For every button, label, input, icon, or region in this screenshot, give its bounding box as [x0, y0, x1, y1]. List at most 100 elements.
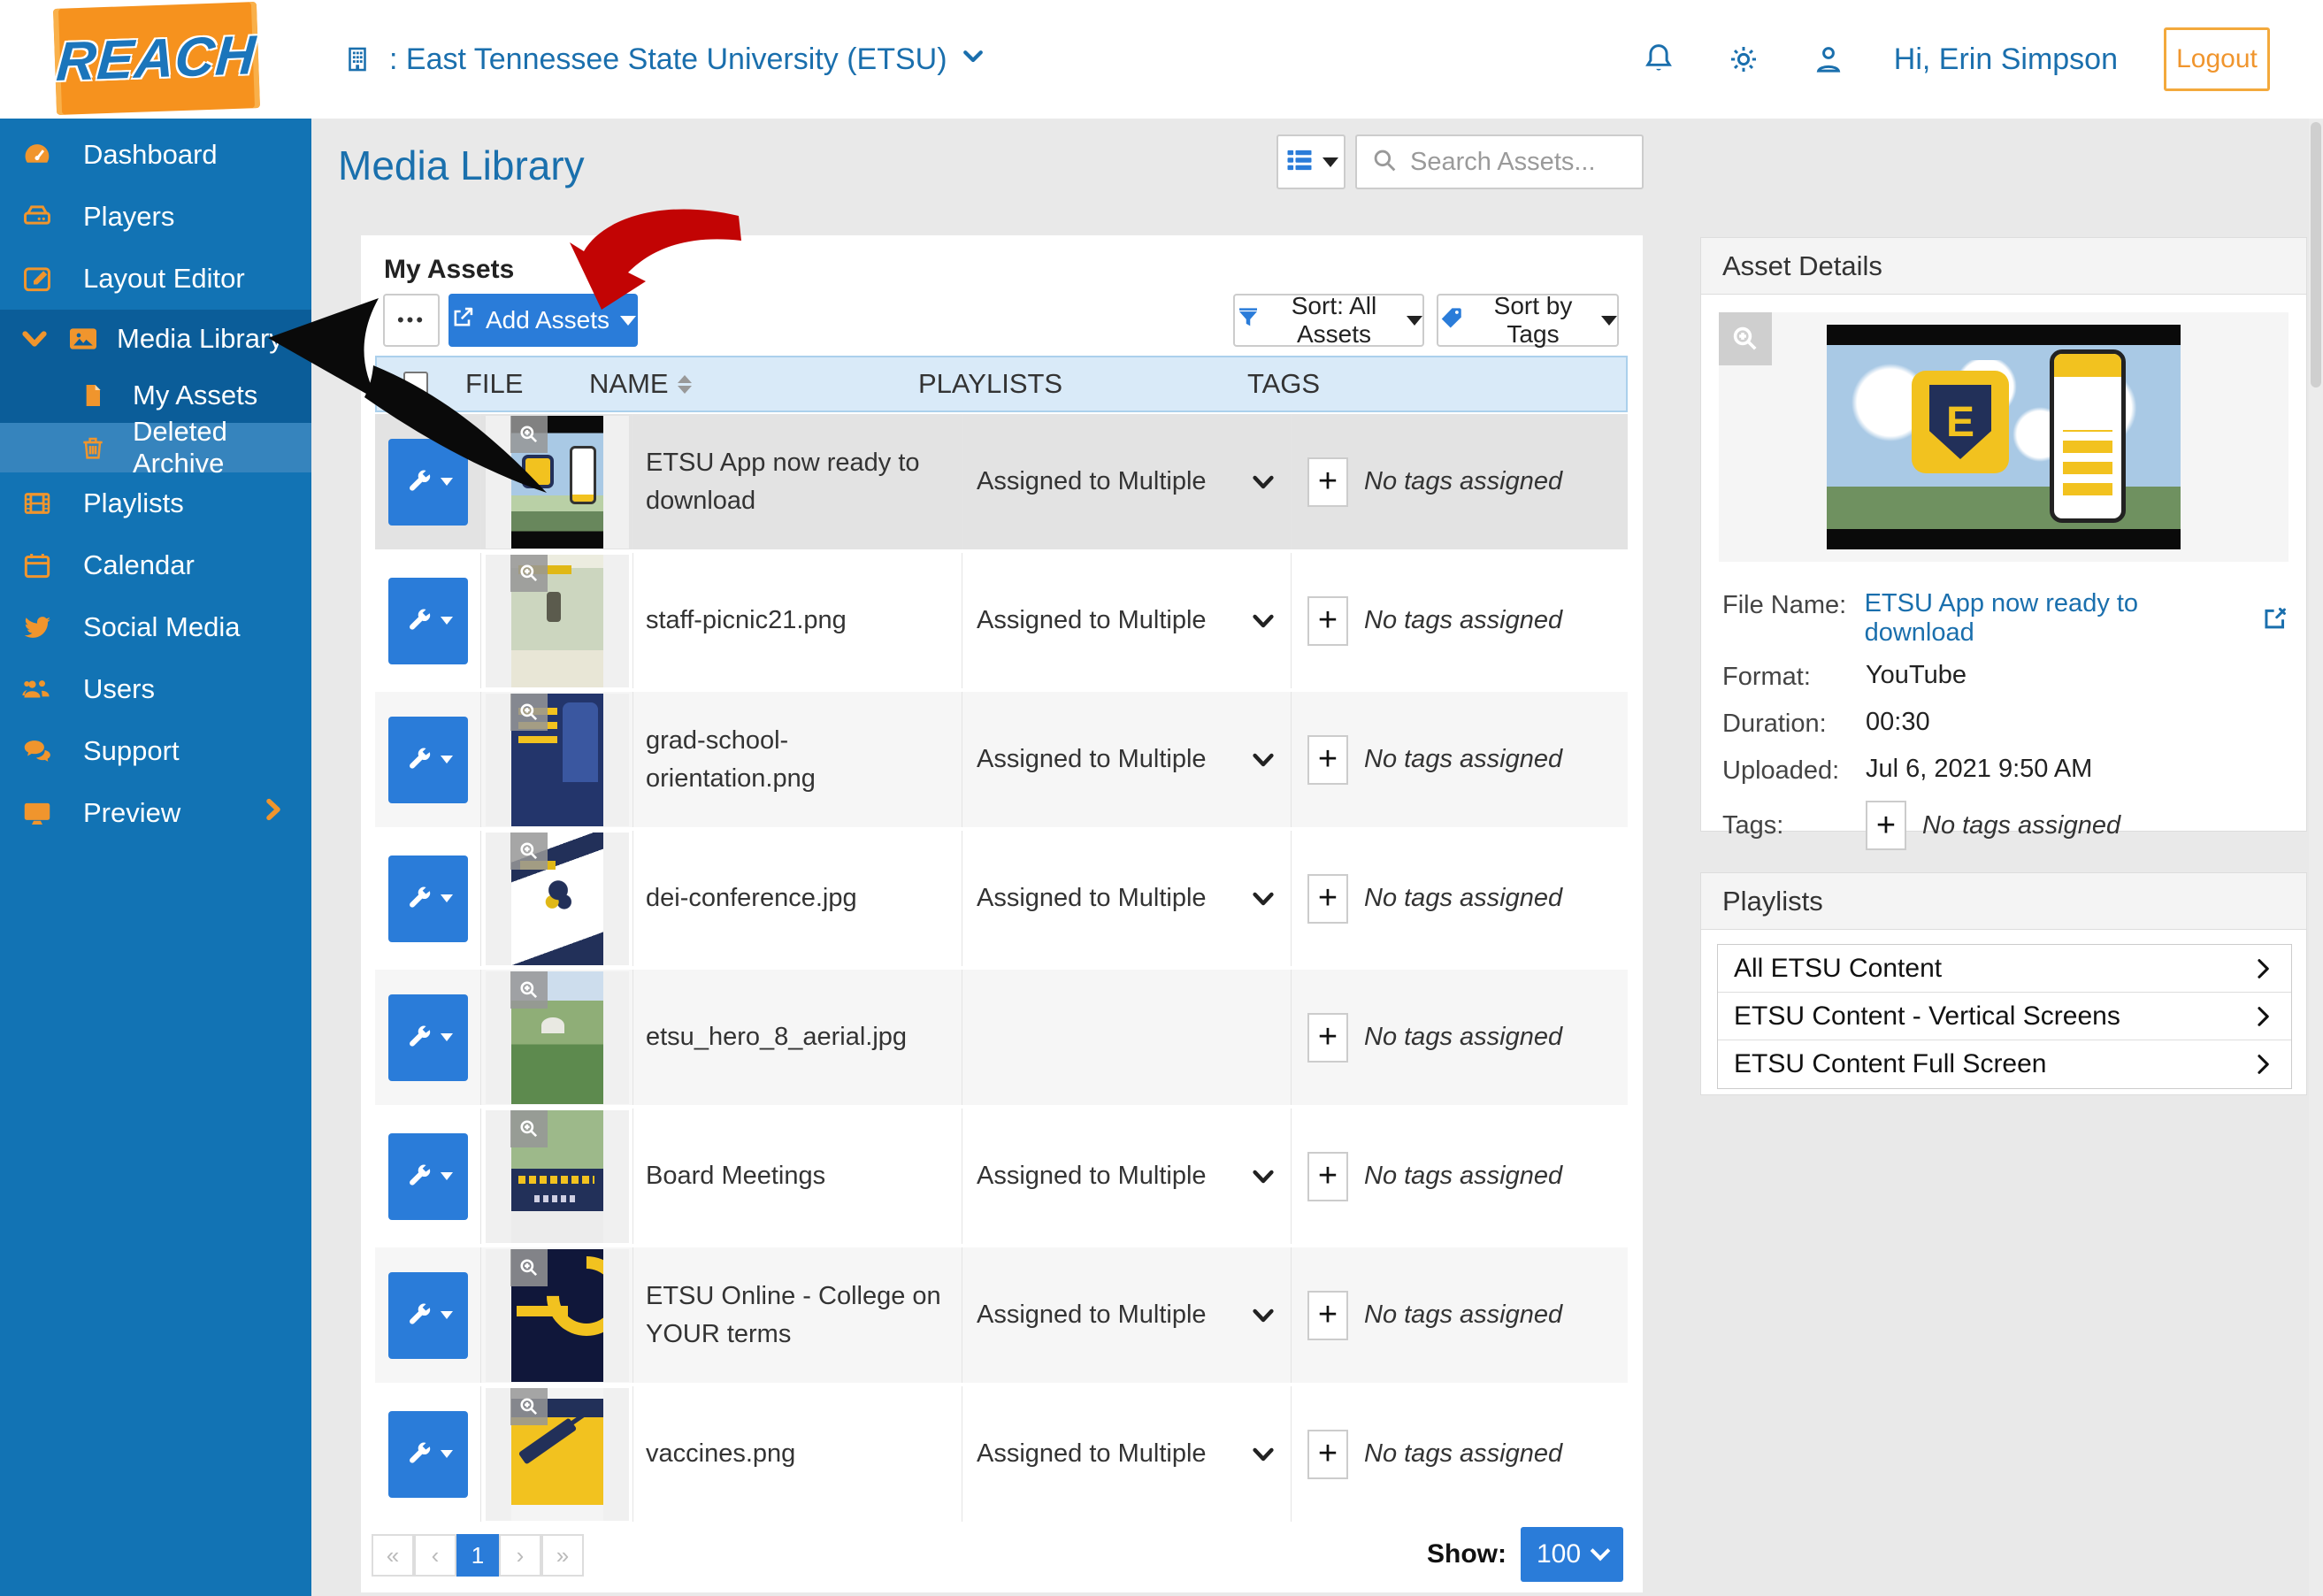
pagination-first-button[interactable]: « — [372, 1534, 414, 1577]
add-tag-button[interactable]: + — [1866, 801, 1906, 851]
add-tag-button[interactable]: + — [1307, 1429, 1348, 1479]
zoom-preview-icon[interactable] — [510, 832, 548, 870]
add-assets-button[interactable]: Add Assets — [448, 294, 638, 347]
asset-preview-image[interactable]: E — [1827, 325, 2181, 549]
asset-actions-button[interactable] — [387, 1410, 468, 1498]
add-tag-button[interactable]: + — [1307, 734, 1348, 785]
table-row-board-meetings[interactable]: Board Meetings Assigned to Multiple + No… — [375, 1109, 1628, 1247]
pagination-last-button[interactable]: » — [541, 1534, 584, 1577]
playlists-dropdown[interactable]: Assigned to Multiple — [962, 414, 1292, 549]
add-tag-button[interactable]: + — [1307, 1151, 1348, 1201]
playlists-dropdown[interactable]: Assigned to Multiple — [962, 1109, 1292, 1244]
add-tag-button[interactable]: + — [1307, 1290, 1348, 1340]
sidebar-item-media-library[interactable]: Media Library — [0, 310, 311, 368]
sidebar-item-dashboard[interactable]: Dashboard — [0, 124, 311, 186]
caret-down-icon — [440, 756, 453, 763]
sort-by-tags-button[interactable]: Sort by Tags — [1437, 292, 1619, 348]
page-scrollbar[interactable] — [2309, 119, 2323, 1596]
view-mode-dropdown[interactable] — [1276, 134, 1346, 189]
duration-value: 00:30 — [1866, 708, 1930, 737]
sort-all-assets-button[interactable]: Sort: All Assets — [1233, 292, 1424, 348]
table-row-etsu-online[interactable]: ETSU Online - College on YOUR terms Assi… — [375, 1247, 1628, 1386]
reach-logo[interactable]: REACH — [52, 2, 261, 115]
zoom-preview-icon[interactable] — [510, 1109, 548, 1147]
account-switcher[interactable]: : East Tennessee State University (ETSU) — [338, 0, 986, 119]
sidebar-item-playlists[interactable]: Playlists — [0, 472, 311, 534]
asset-actions-button[interactable] — [387, 716, 468, 803]
table-row-grad-school[interactable]: grad-school-orientation.png Assigned to … — [375, 692, 1628, 831]
asset-actions-button[interactable] — [387, 855, 468, 942]
asset-thumbnail[interactable] — [485, 971, 629, 1104]
sidebar-item-layout-editor[interactable]: Layout Editor — [0, 248, 311, 310]
asset-actions-button[interactable] — [387, 577, 468, 664]
playlists-dropdown[interactable]: Assigned to Multiple — [962, 1247, 1292, 1383]
asset-name: dei-conference.jpg — [633, 831, 962, 966]
playlists-dropdown[interactable]: Assigned to Multiple — [962, 831, 1292, 966]
playlists-dropdown[interactable]: Assigned to Multiple — [962, 553, 1292, 688]
more-options-button[interactable]: ••• — [383, 294, 440, 347]
notifications-bell-icon[interactable] — [1639, 40, 1678, 79]
asset-thumbnail[interactable] — [485, 832, 629, 965]
zoom-preview-icon[interactable] — [510, 693, 548, 731]
select-all-checkbox[interactable] — [403, 372, 428, 396]
playlist-item-all-etsu-content[interactable]: All ETSU Content — [1718, 945, 2291, 993]
sidebar-item-preview[interactable]: Preview — [0, 782, 311, 844]
sidebar-item-calendar[interactable]: Calendar — [0, 534, 311, 596]
add-tag-button[interactable]: + — [1307, 1012, 1348, 1063]
chevron-down-icon — [1253, 475, 1274, 488]
user-profile-icon[interactable] — [1809, 40, 1848, 79]
pagination-next-button[interactable]: › — [499, 1534, 541, 1577]
asset-actions-button[interactable] — [387, 1271, 468, 1359]
table-row-dei-conference[interactable]: dei-conference.jpg Assigned to Multiple … — [375, 831, 1628, 970]
zoom-preview-icon[interactable] — [510, 554, 548, 592]
asset-thumbnail[interactable] — [485, 1387, 629, 1521]
zoom-preview-icon[interactable] — [1719, 312, 1772, 365]
playlists-dropdown[interactable]: Assigned to Multiple — [962, 692, 1292, 827]
zoom-preview-icon[interactable] — [510, 971, 548, 1009]
asset-details-fields: File Name: ETSU App now ready to downloa… — [1722, 588, 2288, 863]
scrollbar-thumb[interactable] — [2311, 122, 2321, 387]
table-row-etsu-hero-aerial[interactable]: etsu_hero_8_aerial.jpg + No tags assigne… — [375, 970, 1628, 1109]
playlists-dropdown[interactable]: Assigned to Multiple — [962, 1386, 1292, 1522]
sidebar-item-social-media[interactable]: Social Media — [0, 596, 311, 658]
playlist-item-full-screen[interactable]: ETSU Content Full Screen — [1718, 1040, 2291, 1088]
search-assets-input[interactable] — [1410, 147, 1622, 177]
sidebar-item-deleted-archive[interactable]: Deleted Archive — [0, 416, 311, 479]
zoom-preview-icon[interactable] — [510, 1248, 548, 1286]
sidebar-item-support[interactable]: Support — [0, 720, 311, 782]
column-header-playlists[interactable]: PLAYLISTS — [909, 368, 1238, 400]
zoom-preview-icon[interactable] — [510, 1387, 548, 1425]
pagination-page-1-button[interactable]: 1 — [456, 1534, 499, 1577]
column-header-file[interactable]: FILE — [428, 368, 580, 400]
calendar-icon — [19, 548, 55, 583]
table-row-vaccines[interactable]: vaccines.png Assigned to Multiple + No t… — [375, 1386, 1628, 1525]
caret-down-icon — [1322, 157, 1338, 167]
sidebar-item-users[interactable]: Users — [0, 658, 311, 720]
add-tag-button[interactable]: + — [1307, 873, 1348, 924]
file-icon — [78, 380, 108, 411]
add-tag-button[interactable]: + — [1307, 595, 1348, 646]
settings-gear-icon[interactable] — [1724, 40, 1763, 79]
asset-actions-button[interactable] — [387, 1132, 468, 1220]
sidebar-item-players[interactable]: Players — [0, 186, 311, 248]
asset-thumbnail[interactable] — [485, 1248, 629, 1382]
zoom-preview-icon[interactable] — [510, 415, 548, 453]
table-row-etsu-app[interactable]: ETSU App now ready to download Assigned … — [375, 414, 1628, 553]
logout-button[interactable]: Logout — [2164, 27, 2270, 91]
table-row-staff-picnic[interactable]: staff-picnic21.png Assigned to Multiple … — [375, 553, 1628, 692]
playlist-item-vertical-screens[interactable]: ETSU Content - Vertical Screens — [1718, 993, 2291, 1040]
asset-thumbnail[interactable] — [485, 415, 629, 549]
file-name-link[interactable]: ETSU App now ready to download — [1865, 588, 2288, 648]
pagination-prev-button[interactable]: ‹ — [414, 1534, 456, 1577]
page-size-select[interactable]: 100 — [1521, 1527, 1623, 1582]
column-header-name[interactable]: NAME — [580, 368, 909, 400]
asset-thumbnail[interactable] — [485, 693, 629, 826]
asset-thumbnail[interactable] — [485, 1109, 629, 1243]
reach-logo-text: REACH — [54, 24, 259, 93]
asset-thumbnail[interactable] — [485, 554, 629, 687]
sidebar-item-my-assets[interactable]: My Assets — [0, 368, 311, 423]
add-tag-button[interactable]: + — [1307, 457, 1348, 507]
asset-actions-button[interactable] — [387, 438, 468, 526]
asset-actions-button[interactable] — [387, 994, 468, 1081]
column-header-tags[interactable]: TAGS — [1238, 368, 1320, 400]
